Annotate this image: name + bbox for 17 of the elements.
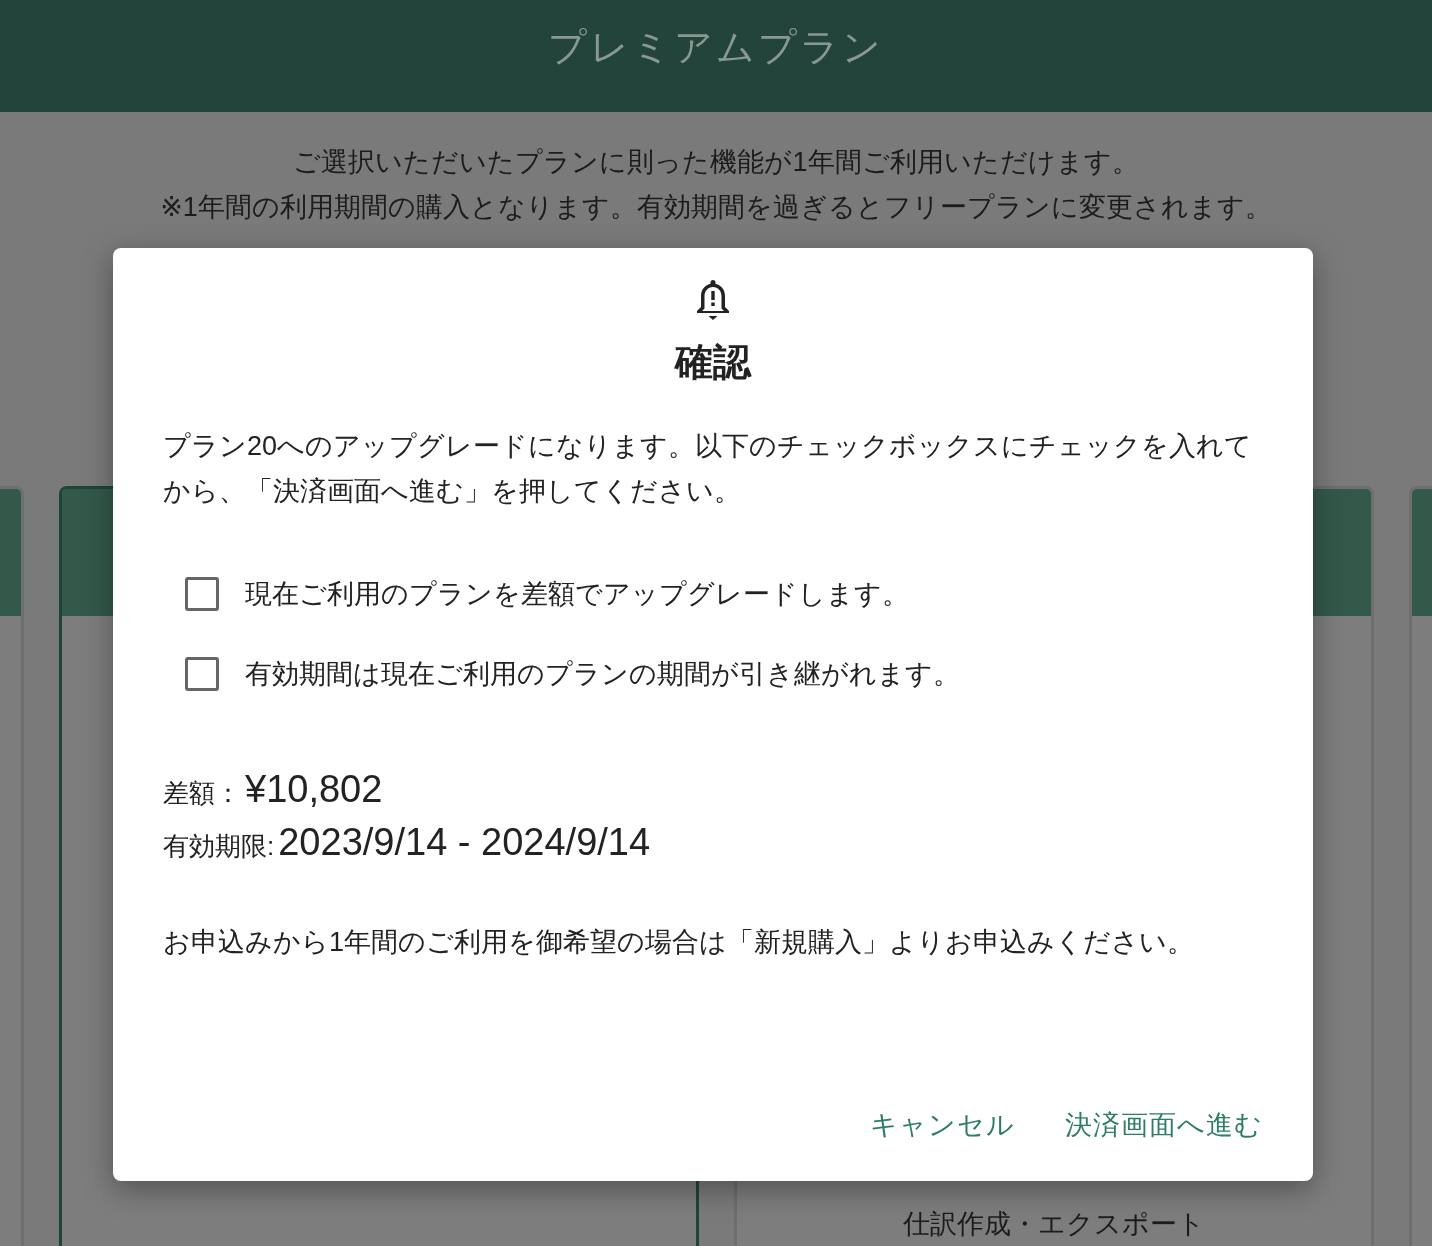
page-title: プレミアムプラン (548, 24, 884, 70)
intro-text: ご選択いただいたプランに則った機能が1年間ご利用いただけます。 (293, 146, 1139, 179)
checkbox-label[interactable]: 有効期間は現在ご利用のプランの期間が引き継がれます。 (245, 656, 960, 692)
dialog-message: プラン20へのアップグレードになります。以下のチェックボックスにチェックを入れてから、「決済画面へ進む」を押してください。 (163, 430, 1253, 508)
checkbox[interactable] (185, 657, 219, 691)
dialog-title: 確認 (675, 340, 751, 385)
checkbox[interactable] (185, 577, 219, 611)
feature-text: 仕訳作成・エクスポート (903, 1208, 1205, 1241)
dialog-note: お申込みから1年間のご利用を御希望の場合は「新規購入」よりお申込みください。 (163, 926, 1196, 959)
cancel-button[interactable]: キャンセル (854, 1101, 1031, 1149)
intro-text: ※1年間の利用期間の購入となります。有効期間を過ぎるとフリープランに変更されます。 (160, 191, 1272, 224)
checkbox-label[interactable]: 現在ご利用のプランを差額でアップグレードします。 (245, 576, 909, 612)
difference-label: 差額： (163, 777, 241, 810)
difference-amount: ¥10,802 (245, 768, 383, 811)
proceed-button[interactable]: 決済画面へ進む (1049, 1101, 1279, 1149)
validity-label: 有効期限: (163, 830, 275, 863)
validity-period: 2023/9/14 - 2024/9/14 (278, 821, 651, 864)
